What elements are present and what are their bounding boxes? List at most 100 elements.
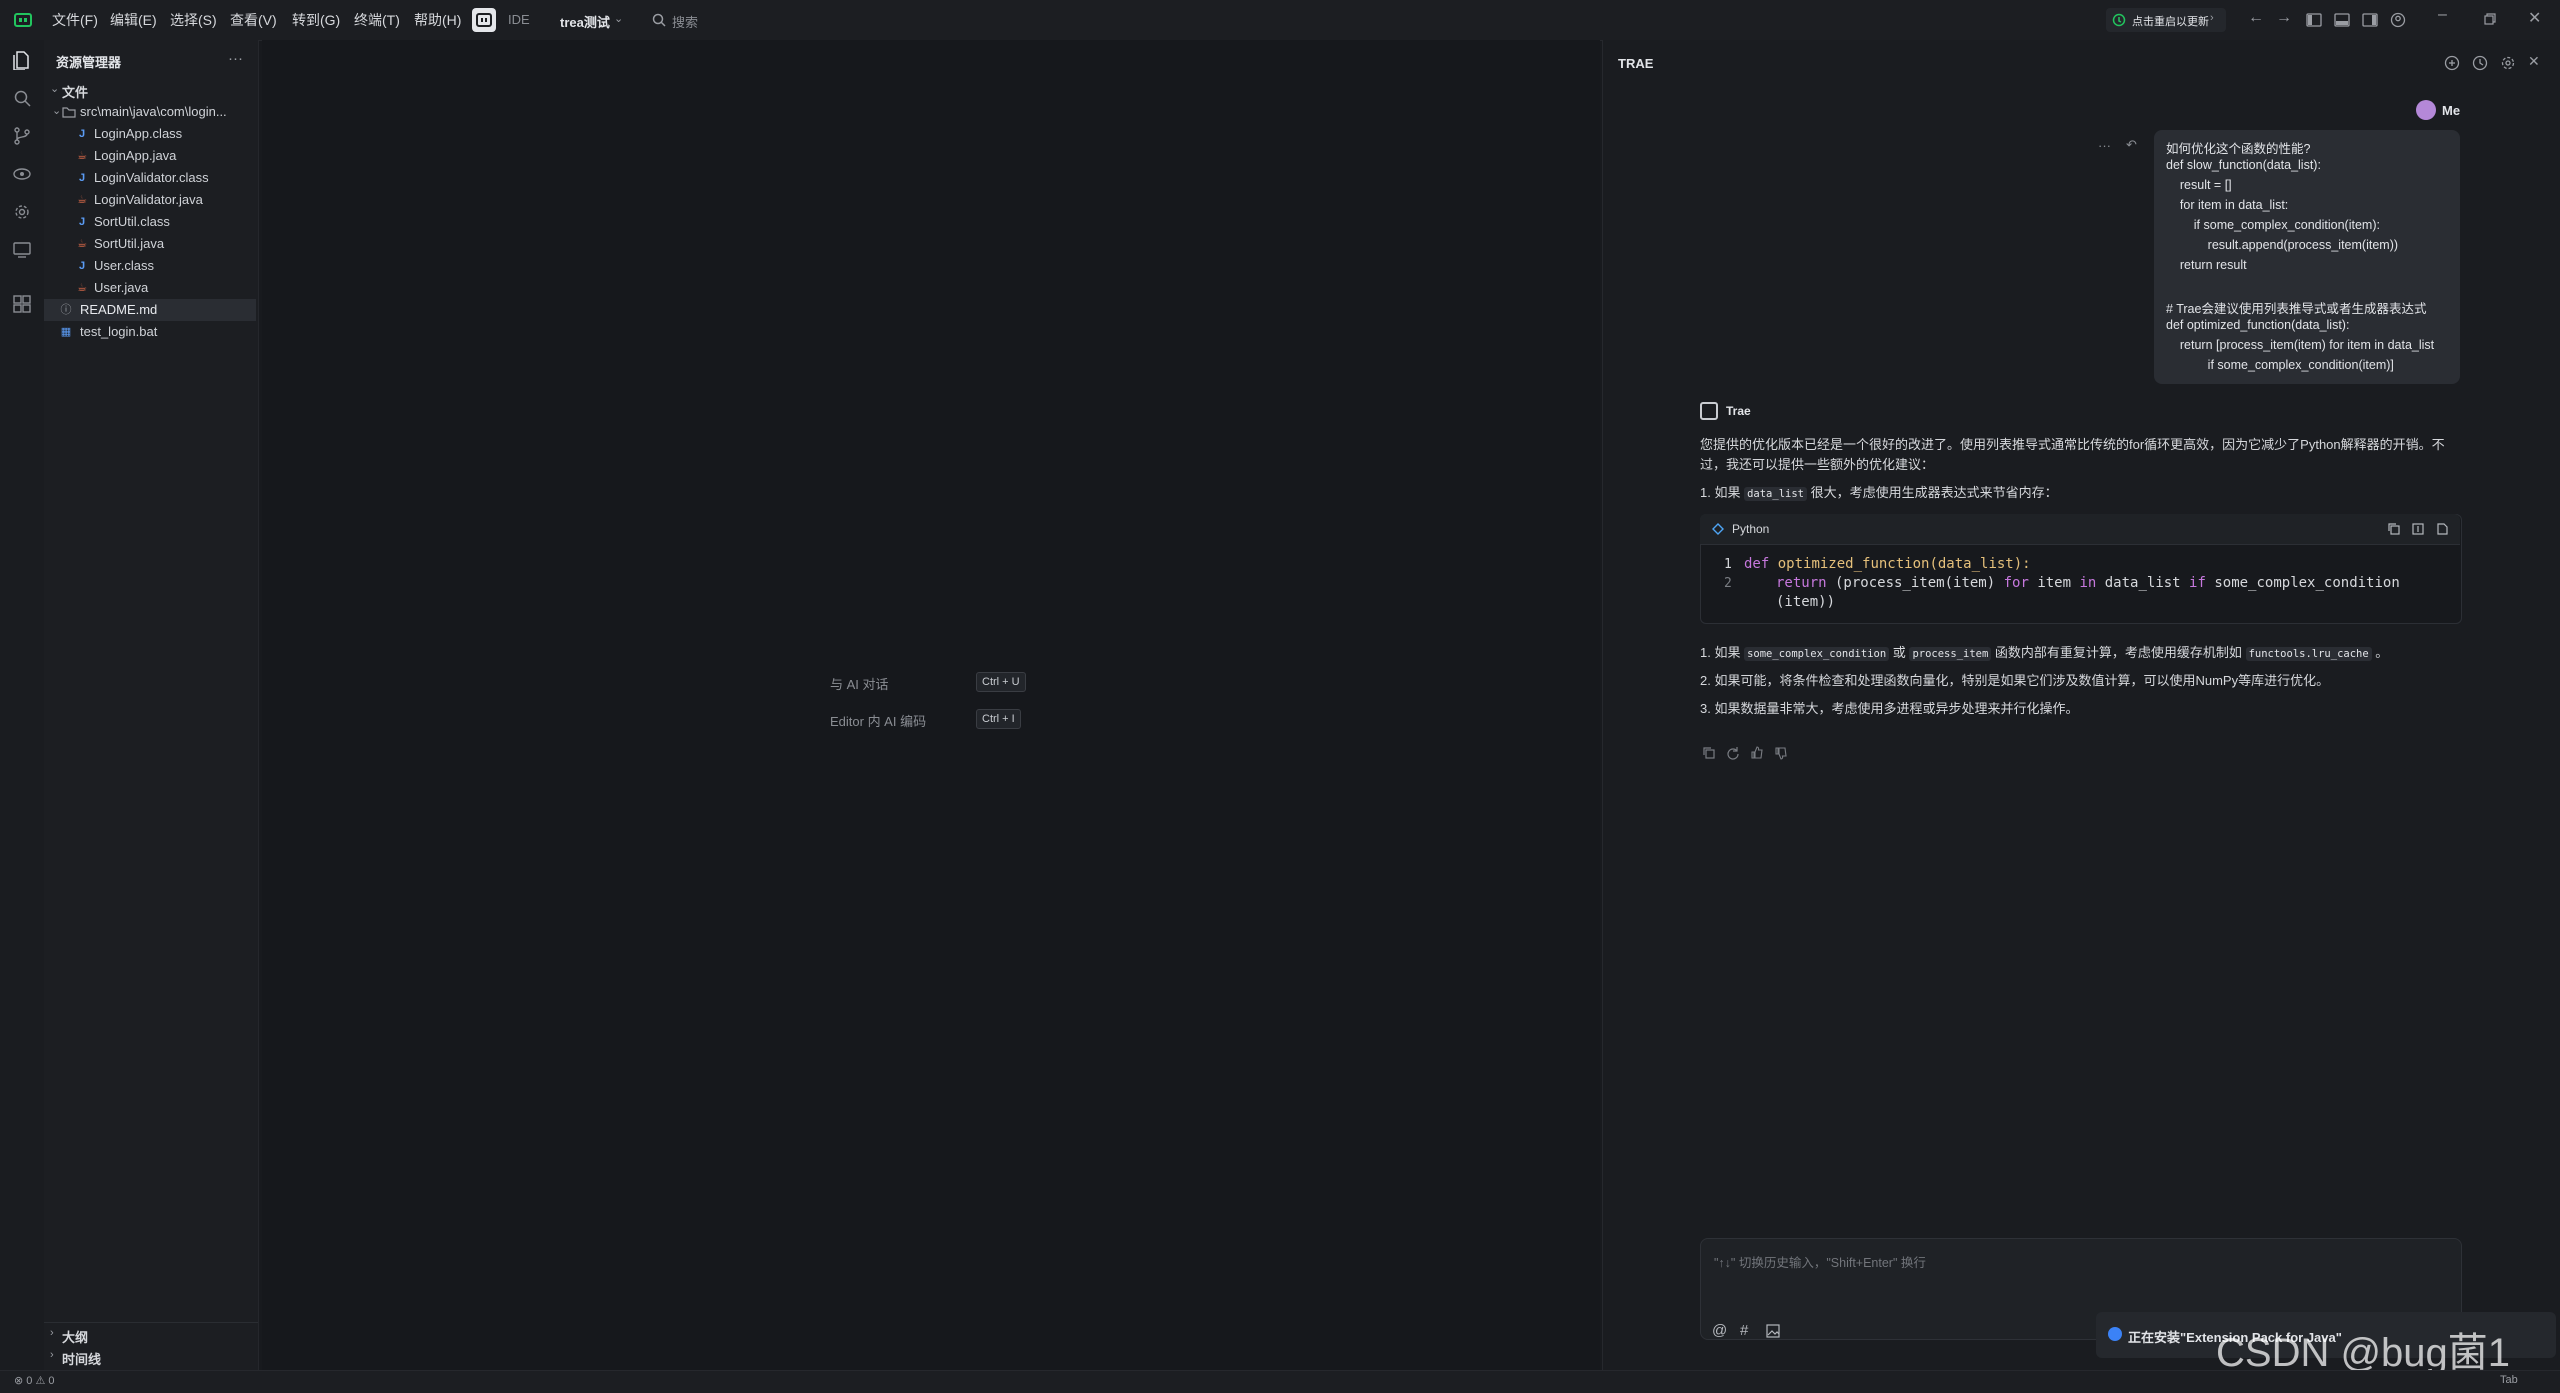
restart-update-button[interactable]: 点击重启以更新 ›: [2106, 8, 2226, 32]
apply-code-icon[interactable]: [2436, 523, 2448, 535]
line-number: 1: [1724, 557, 1732, 572]
run-debug-icon[interactable]: [12, 164, 32, 184]
search-icon[interactable]: [652, 13, 666, 27]
chevron-right-icon: ›: [50, 1349, 54, 1361]
regenerate-icon[interactable]: [1726, 746, 1740, 760]
minimize-icon[interactable]: –: [2438, 6, 2447, 24]
file-label: User.class: [94, 258, 154, 273]
line-number: 2: [1724, 576, 1732, 591]
java-file-icon: ☕: [77, 150, 87, 162]
close-panel-icon[interactable]: ✕: [2528, 53, 2540, 70]
search-box[interactable]: 搜索: [672, 12, 698, 31]
menu-file[interactable]: 文件(F): [52, 10, 98, 30]
file-label: test_login.bat: [80, 324, 158, 339]
tree-file[interactable]: ☕ User.java: [44, 277, 256, 299]
section-files-label: 文件: [62, 85, 89, 100]
hint-chat-label: 与 AI 对话: [830, 677, 889, 692]
tree-file[interactable]: J LoginApp.class: [44, 123, 256, 145]
section-timeline[interactable]: › 时间线: [44, 1347, 256, 1367]
copy-icon[interactable]: [1702, 746, 1716, 760]
section-files[interactable]: ⌄ 文件: [44, 80, 256, 100]
response-tip: 2. 如果可能，将条件检查和处理函数向量化，特别是如果它们涉及数值计算，可以使用…: [1700, 673, 2330, 688]
chevron-right-icon: ›: [2210, 12, 2214, 24]
folder-label: src\main\java\com\login...: [80, 104, 227, 119]
java-file-icon: ☕: [77, 282, 87, 294]
tree-folder[interactable]: ⌄ src\main\java\com\login...: [44, 101, 256, 123]
message-line: def slow_function(data_list):: [2166, 158, 2321, 172]
copy-icon[interactable]: [2388, 523, 2400, 535]
image-upload-icon[interactable]: [1766, 1324, 1780, 1338]
ide-label[interactable]: IDE: [508, 12, 530, 27]
settings-icon[interactable]: [2500, 55, 2516, 71]
thumbs-up-icon[interactable]: [1750, 746, 1764, 760]
chevron-down-icon: ⌄: [52, 105, 62, 117]
ide-toggle-icon[interactable]: [472, 8, 496, 32]
trae-logo-icon: [1700, 402, 1718, 420]
tree-file[interactable]: ☕ SortUtil.java: [44, 233, 256, 255]
tree-file[interactable]: ☕ LoginApp.java: [44, 145, 256, 167]
inline-code: some_complex_condition: [1744, 647, 1890, 661]
close-window-icon[interactable]: ✕: [2528, 8, 2541, 28]
restore-icon[interactable]: [2484, 13, 2496, 25]
code-language-label: Python: [1732, 522, 1770, 536]
status-tab[interactable]: Tab: [2500, 1374, 2518, 1386]
assistant-name: Trae: [1726, 404, 1751, 418]
code-line: (item)): [1776, 594, 1836, 610]
hashtag-icon[interactable]: #: [1740, 1322, 1748, 1339]
settings-gear-icon[interactable]: [12, 202, 32, 222]
menu-edit[interactable]: 编辑(E): [110, 10, 157, 30]
tree-file[interactable]: J LoginValidator.class: [44, 167, 256, 189]
java-file-icon: ☕: [77, 238, 87, 250]
extensions-icon[interactable]: [12, 294, 32, 314]
response-text: 您提供的优化版本已经是一个很好的改进了。使用列表推导式通常比传统的for循环更高…: [1700, 437, 2445, 452]
undo-icon[interactable]: ↶: [2126, 137, 2137, 153]
file-label: User.java: [94, 280, 149, 295]
code-block-header: [1700, 514, 2460, 545]
menu-view[interactable]: 查看(V): [230, 10, 277, 30]
panel-title: TRAE: [1618, 56, 1654, 71]
shortcut-key: Ctrl + I: [976, 709, 1021, 729]
problems-count[interactable]: ⊗ 0 ⚠ 0: [14, 1374, 54, 1387]
toggle-bottom-panel-icon[interactable]: [2334, 12, 2350, 28]
section-outline[interactable]: › 大纲: [44, 1325, 256, 1345]
section-outline-label: 大纲: [62, 1330, 89, 1345]
mention-icon[interactable]: @: [1712, 1322, 1727, 1339]
new-chat-icon[interactable]: [2444, 55, 2460, 71]
more-actions-icon[interactable]: ···: [228, 50, 243, 67]
forward-arrow-icon[interactable]: →: [2276, 9, 2292, 27]
search-files-icon[interactable]: [12, 88, 32, 108]
history-icon[interactable]: [2472, 55, 2488, 71]
explorer-icon[interactable]: [12, 50, 32, 70]
tree-file[interactable]: ☕ LoginValidator.java: [44, 189, 256, 211]
folder-icon: [62, 106, 76, 118]
toggle-right-panel-icon[interactable]: [2362, 12, 2378, 28]
menu-goto[interactable]: 转到(G): [292, 10, 340, 30]
tree-file[interactable]: J User.class: [44, 255, 256, 277]
user-name: Me: [2442, 103, 2461, 118]
message-line: for item in data_list:: [2166, 198, 2289, 212]
remote-explorer-icon[interactable]: [12, 240, 32, 260]
chevron-down-icon[interactable]: ⌄: [614, 12, 623, 25]
thumbs-down-icon[interactable]: [1774, 746, 1788, 760]
more-options-icon[interactable]: ···: [2098, 138, 2111, 153]
tree-file[interactable]: ▦ test_login.bat: [44, 321, 256, 343]
back-arrow-icon[interactable]: ←: [2248, 9, 2264, 27]
message-line: return result: [2166, 258, 2247, 272]
message-line: # Trae会建议使用列表推导式或者生成器表达式: [2166, 302, 2427, 316]
info-icon: ⓘ: [60, 304, 72, 316]
tree-file[interactable]: J SortUtil.class: [44, 211, 256, 233]
source-control-icon[interactable]: [12, 126, 32, 146]
message-line: if some_complex_condition(item):: [2166, 218, 2380, 232]
menu-terminal[interactable]: 终端(T): [354, 10, 400, 30]
java-class-icon: J: [78, 216, 86, 228]
restart-update-label: 点击重启以更新: [2132, 16, 2209, 28]
toggle-left-panel-icon[interactable]: [2306, 12, 2322, 28]
menu-selection[interactable]: 选择(S): [170, 10, 217, 30]
menu-help[interactable]: 帮助(H): [414, 10, 461, 30]
project-name[interactable]: trea测试: [560, 12, 610, 31]
inline-code: data_list: [1744, 487, 1807, 501]
account-icon[interactable]: [2390, 12, 2406, 28]
editor-area[interactable]: [262, 40, 1600, 1370]
insert-code-icon[interactable]: [2412, 523, 2424, 535]
tree-file-readme[interactable]: ⓘ README.md: [44, 299, 256, 321]
